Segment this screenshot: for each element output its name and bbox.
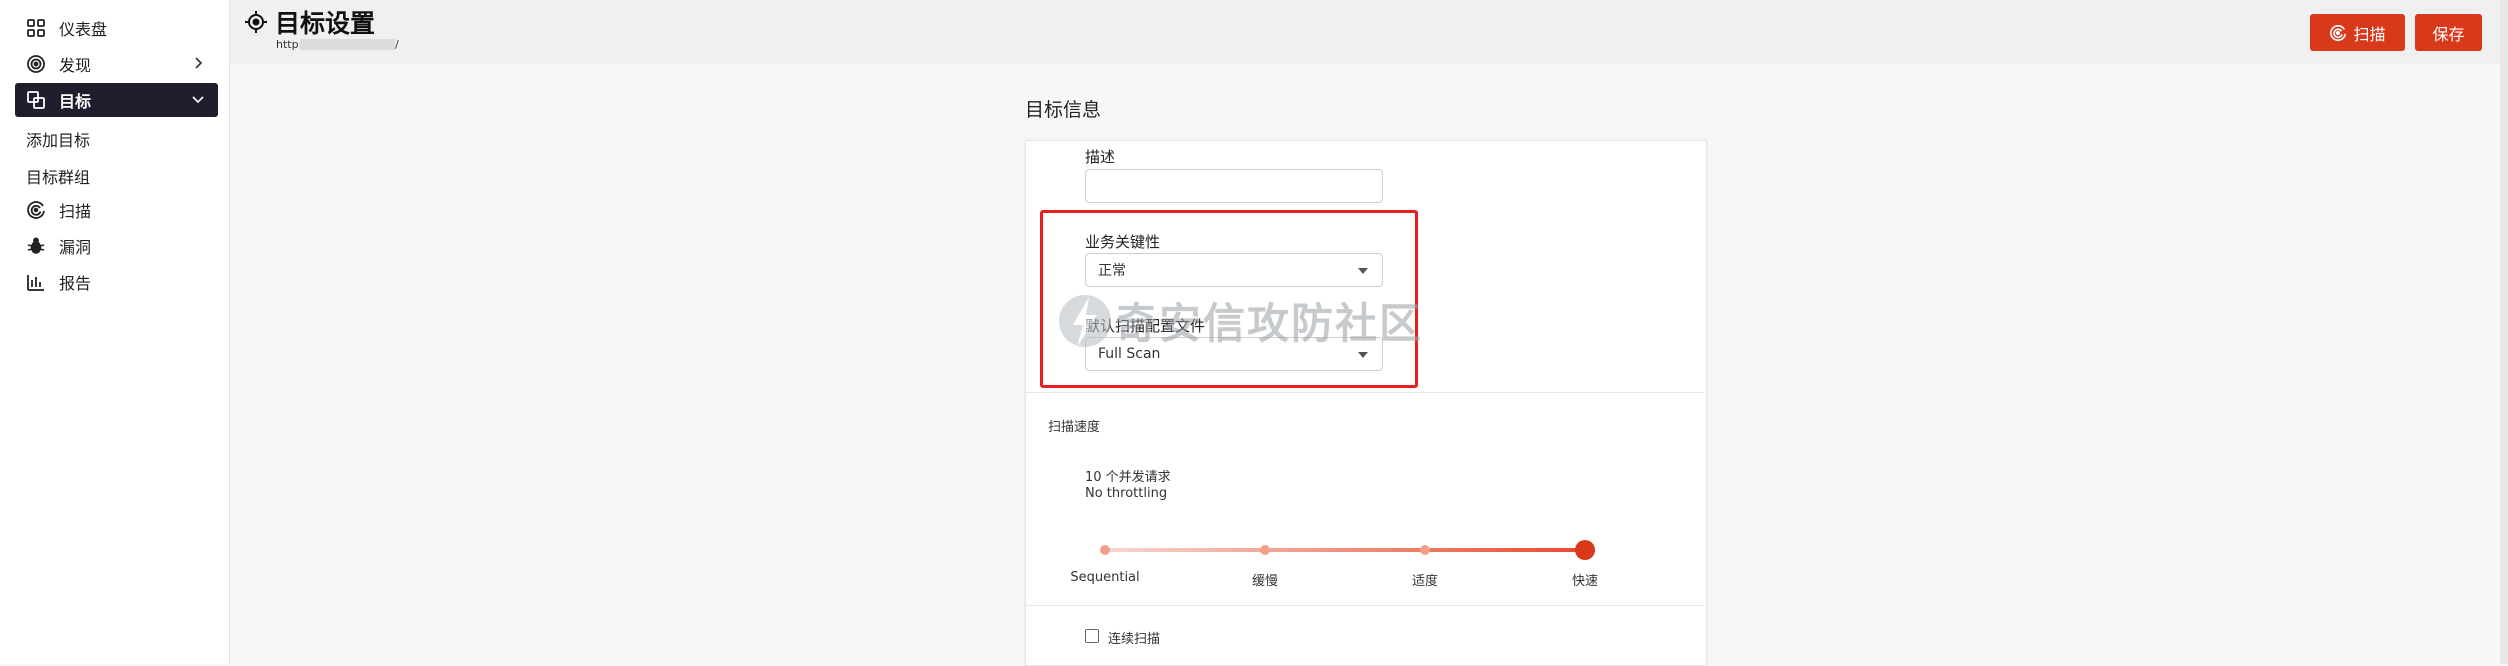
- sidebar-item-scans[interactable]: 扫描: [15, 193, 218, 227]
- target-icon: [245, 11, 267, 33]
- sidebar-item-reports[interactable]: 报告: [15, 265, 218, 299]
- sidebar-item-label: 漏洞: [59, 238, 92, 257]
- section-divider: [1026, 605, 1704, 606]
- bug-icon: [25, 235, 47, 257]
- scrollbar[interactable]: [2500, 0, 2508, 664]
- scan-speed-label: 扫描速度: [1048, 420, 1101, 435]
- section-title: 目标信息: [1025, 99, 1102, 121]
- lightning-shield-icon: [1059, 294, 1111, 347]
- sidebar-item-label: 发现: [59, 56, 92, 75]
- sidebar-item-vulnerabilities[interactable]: 漏洞: [15, 229, 218, 263]
- slider-stop-moderate[interactable]: [1420, 545, 1430, 555]
- description-input[interactable]: [1085, 169, 1383, 203]
- scan-button[interactable]: 扫描: [2310, 14, 2405, 51]
- chevron-right-icon: [195, 57, 203, 69]
- page-header: [230, 0, 2500, 64]
- sidebar-subitem-target-groups[interactable]: 目标群组: [26, 164, 90, 188]
- description-label: 描述: [1085, 148, 1116, 166]
- sidebar-item-label: 目标: [59, 92, 92, 111]
- sidebar: 仪表盘 发现 目标 添加目标 目标群组 扫描 漏洞 报告: [0, 0, 230, 664]
- slider-knob[interactable]: [1575, 540, 1595, 560]
- save-button[interactable]: 保存: [2415, 14, 2482, 51]
- watermark: 奇安信攻防社区: [1055, 290, 1423, 351]
- speed-tick-label: 缓慢: [1251, 574, 1279, 589]
- sidebar-item-targets[interactable]: 目标: [15, 83, 218, 117]
- sidebar-item-discover[interactable]: 发现: [15, 47, 218, 81]
- dashboard-grid-icon: [25, 17, 47, 39]
- sidebar-subitem-add-target[interactable]: 添加目标: [26, 127, 90, 151]
- target-copy-icon: [25, 89, 47, 111]
- speed-tick-label: Sequential: [1070, 570, 1140, 585]
- url-redaction: [300, 39, 395, 50]
- sidebar-item-label: 扫描: [59, 202, 92, 221]
- sidebar-item-dashboard[interactable]: 仪表盘: [15, 11, 218, 45]
- scan-radar-icon: [25, 199, 47, 221]
- scan-button-label: 扫描: [2353, 24, 2386, 44]
- sidebar-item-label: 报告: [59, 274, 92, 293]
- page-title: 目标设置: [275, 9, 376, 38]
- slider-stop-slow[interactable]: [1260, 545, 1270, 555]
- discover-target-icon: [25, 53, 47, 75]
- speed-concurrency-text: 10 个并发请求: [1085, 470, 1171, 485]
- continuous-scan-checkbox[interactable]: [1085, 629, 1099, 643]
- speed-throttling-text: No throttling: [1085, 486, 1168, 501]
- chevron-down-icon: [192, 96, 204, 104]
- report-chart-icon: [25, 271, 47, 293]
- target-url-suffix: /: [395, 38, 399, 51]
- section-divider: [1026, 392, 1704, 393]
- continuous-scan-label: 连续扫描: [1108, 632, 1161, 647]
- scan-speed-slider[interactable]: [1105, 548, 1585, 552]
- sidebar-item-label: 仪表盘: [59, 20, 108, 39]
- speed-tick-label: 适度: [1411, 574, 1439, 589]
- speed-tick-label: 快速: [1571, 574, 1599, 589]
- scan-radar-icon: [2330, 24, 2347, 41]
- watermark-text: 奇安信攻防社区: [1115, 299, 1424, 348]
- slider-stop-sequential[interactable]: [1100, 545, 1110, 555]
- save-button-label: 保存: [2432, 24, 2465, 44]
